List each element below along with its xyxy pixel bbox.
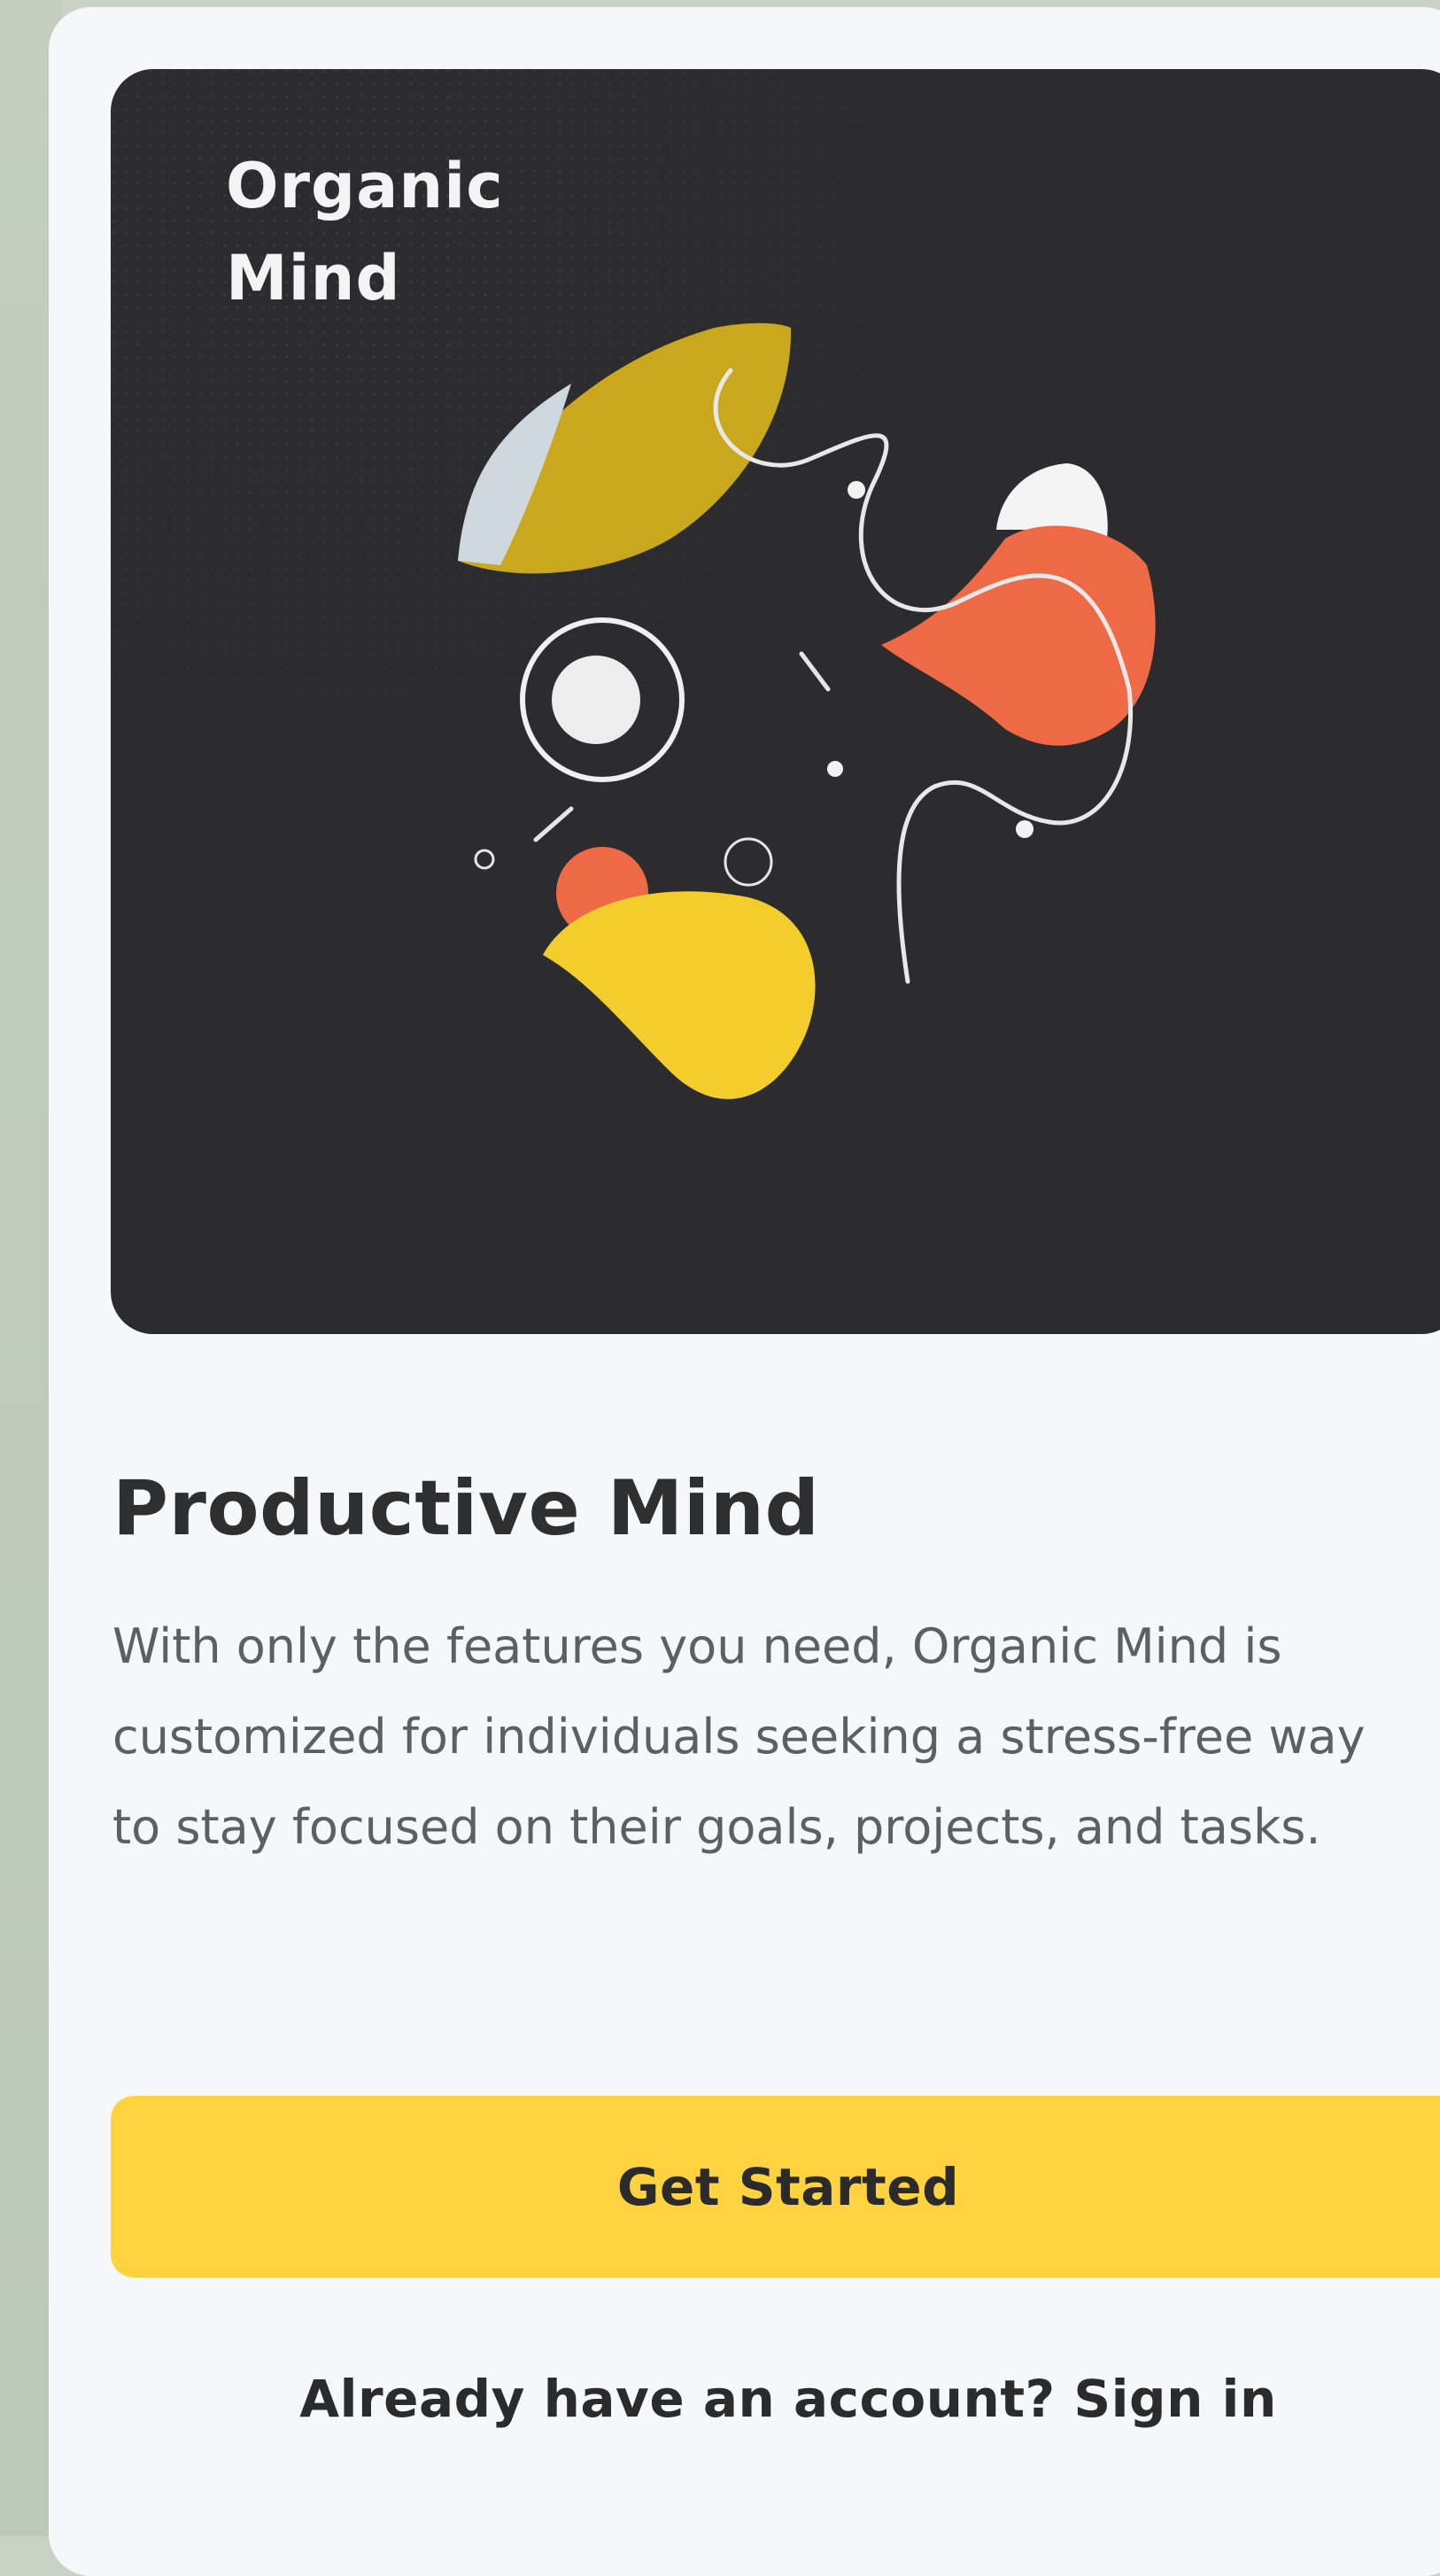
brand-line-2: Mind (226, 242, 401, 314)
brand-wordmark: Organic Mind (226, 140, 757, 324)
hero-illustration: Organic Mind (111, 69, 1440, 1334)
signin-prompt: Already have an account? (299, 2369, 1074, 2429)
page-title: Productive Mind (112, 1464, 820, 1553)
white-ball (552, 656, 640, 744)
get-started-button[interactable]: Get Started (111, 2096, 1440, 2277)
description-text: With only the features you need, Organic… (112, 1618, 1366, 1855)
brand-line-1: Organic (226, 150, 504, 222)
signin-row: Already have an account? Sign in (111, 2363, 1440, 2434)
onboarding-card: Organic Mind Productive Mind With only t… (49, 7, 1440, 2576)
signin-link[interactable]: Sign in (1073, 2369, 1276, 2429)
